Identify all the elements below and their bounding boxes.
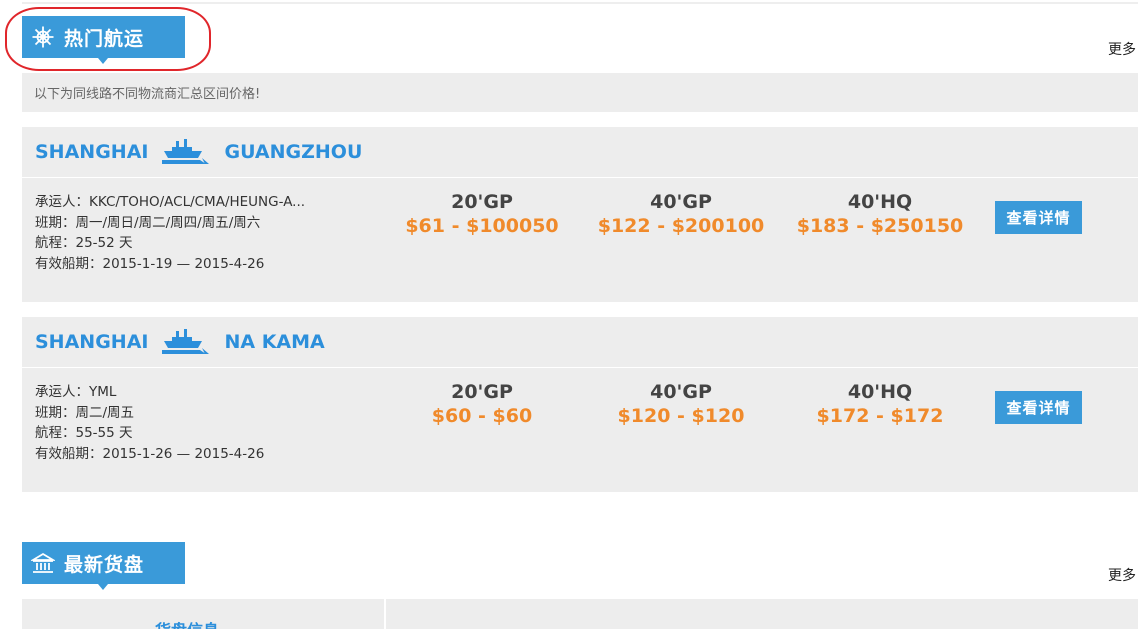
top-divider	[22, 2, 1138, 4]
validity-text: 有效船期：2015-1-19 — 2015-4-26	[35, 255, 265, 272]
validity-text: 有效船期：2015-1-26 — 2015-4-26	[35, 445, 265, 462]
route-header: SHANGHAI GUANGZHOU	[22, 127, 1138, 178]
price-40hq: 40'HQ $172 - $172	[780, 380, 980, 428]
price-range: $61 - $100050	[405, 215, 559, 237]
view-details-button[interactable]: 查看详情	[995, 201, 1082, 234]
voyage-text: 航程：25-52 天	[35, 235, 133, 251]
ship-icon	[162, 139, 210, 165]
route-origin[interactable]: SHANGHAI	[35, 331, 148, 353]
schedule-text: 班期：周二/周五	[35, 404, 135, 421]
subtitle-text: 以下为同线路不同物流商汇总区间价格!	[34, 87, 261, 102]
latest-cargo-more-link[interactable]: 更多	[1108, 565, 1136, 585]
highlight-annotation	[5, 7, 211, 71]
voyage-text: 航程：55-55 天	[35, 425, 133, 441]
price-40hq: 40'HQ $183 - $250150	[780, 190, 980, 238]
price-20gp: 20'GP $60 - $60	[382, 380, 582, 428]
schedule-text: 班期：周一/周日/周二/周四/周五/周六	[35, 214, 261, 231]
subtitle-bar: 以下为同线路不同物流商汇总区间价格!	[22, 73, 1138, 112]
price-40gp: 40'GP $122 - $200100	[581, 190, 781, 238]
price-range: $183 - $250150	[796, 215, 964, 237]
container-type: 20'GP	[451, 381, 513, 403]
route-info: 承运人：YML 班期：周二/周五 航程：55-55 天 有效船期：2015-1-…	[35, 382, 264, 464]
cargo-info-header: 货盘信息	[155, 617, 219, 629]
route-info: 承运人：KKC/TOHO/ACL/CMA/HEUNG-A... 班期：周一/周日…	[35, 192, 305, 274]
price-40gp: 40'GP $120 - $120	[581, 380, 781, 428]
hot-shipping-more-link[interactable]: 更多	[1108, 39, 1136, 59]
route-body: 承运人：KKC/TOHO/ACL/CMA/HEUNG-A... 班期：周一/周日…	[22, 178, 1138, 302]
route-destination[interactable]: NA KAMA	[224, 331, 324, 353]
view-details-button[interactable]: 查看详情	[995, 391, 1082, 424]
latest-cargo-title: 最新货盘	[64, 553, 145, 576]
route-card: SHANGHAI NA KAMA 承运人：YML 班期：周二/周五 航程：55-…	[22, 317, 1138, 492]
cargo-table: 货盘信息	[22, 599, 1138, 629]
container-type: 40'GP	[650, 381, 712, 403]
price-range: $122 - $200100	[597, 215, 765, 237]
price-20gp: 20'GP $61 - $100050	[382, 190, 582, 238]
price-range: $172 - $172	[816, 405, 944, 427]
container-type: 40'GP	[650, 191, 712, 213]
route-destination[interactable]: GUANGZHOU	[224, 141, 362, 163]
carrier-text: 承运人：KKC/TOHO/ACL/CMA/HEUNG-A...	[35, 194, 306, 210]
bank-icon	[30, 550, 56, 576]
carrier-text: 承运人：YML	[35, 384, 117, 400]
latest-cargo-tab: 最新货盘	[22, 542, 185, 590]
container-type: 40'HQ	[847, 191, 913, 213]
route-card: SHANGHAI GUANGZHOU 承运人：KKC/TOHO/ACL/CMA/…	[22, 127, 1138, 302]
route-origin[interactable]: SHANGHAI	[35, 141, 148, 163]
route-body: 承运人：YML 班期：周二/周五 航程：55-55 天 有效船期：2015-1-…	[22, 368, 1138, 492]
price-range: $120 - $120	[617, 405, 745, 427]
ship-icon	[162, 329, 210, 355]
route-header: SHANGHAI NA KAMA	[22, 317, 1138, 368]
container-type: 40'HQ	[847, 381, 913, 403]
price-range: $60 - $60	[431, 405, 533, 427]
container-type: 20'GP	[451, 191, 513, 213]
cargo-info-column: 货盘信息	[22, 599, 386, 629]
